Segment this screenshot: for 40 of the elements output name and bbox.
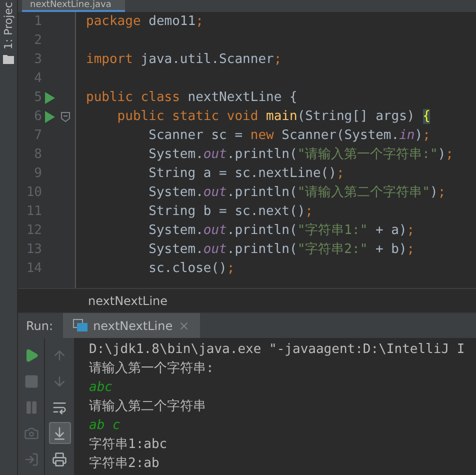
arrow-down-icon <box>52 374 67 388</box>
code-line: System.out.println("字符串2:" + b); <box>148 241 416 259</box>
run-tab[interactable]: nextNextLine <box>63 313 200 338</box>
scroll-to-end-icon <box>52 426 67 440</box>
code-line: sc.close(); <box>148 260 236 278</box>
user-input-text: ab c <box>89 417 122 435</box>
folder-icon[interactable] <box>3 54 14 64</box>
console-output-text: 请输入第一个字符串: <box>89 360 215 378</box>
code-line: String a = sc.nextLine(); <box>148 165 346 183</box>
code-line: String b = sc.next(); <box>148 203 314 221</box>
console-output-text: 字符串1:abc <box>89 436 168 454</box>
toolbar-button[interactable] <box>48 422 70 444</box>
project-panel-label[interactable]: 1: Projec <box>2 2 15 50</box>
user-input-text: abc <box>89 379 114 397</box>
code-line: import java.util.Scanner; <box>86 51 283 69</box>
run-label: Run: <box>25 318 54 332</box>
editor-tab[interactable]: nextNextLine.java <box>22 0 126 12</box>
code-line: Scanner sc = new Scanner(System.in); <box>148 127 432 145</box>
code-line: System.out.println("请输入第二个字符串"); <box>148 184 447 202</box>
exit-icon <box>24 452 38 466</box>
code-line: System.out.println("字符串1:" + a); <box>148 222 416 240</box>
run-icon[interactable] <box>45 92 55 104</box>
code-line: System.out.println("请输入第一个字符串:"); <box>148 146 454 164</box>
breadcrumb[interactable]: nextNextLine <box>88 294 168 308</box>
soft-wrap-icon <box>52 400 67 414</box>
fold-icon[interactable] <box>60 112 70 122</box>
window-icon <box>73 319 88 332</box>
console-output-text: 字符串2:ab <box>89 455 160 473</box>
code-line: public static void main(String[] args) { <box>116 108 432 126</box>
code-line: public class nextNextLine { <box>86 89 298 107</box>
stop-icon <box>24 374 38 388</box>
close-icon[interactable] <box>178 320 190 332</box>
run-icon <box>24 348 38 362</box>
code-line: package demo11; <box>86 13 204 31</box>
pause-icon <box>24 400 38 414</box>
camera-icon <box>24 426 38 440</box>
print-icon <box>52 452 67 466</box>
console-output-text: D:\jdk1.8\bin\java.exe "-javaagent:D:\IntelliJ I <box>89 341 466 359</box>
run-icon[interactable] <box>45 110 55 122</box>
console-output-text: 请输入第二个字符串 <box>89 398 207 416</box>
